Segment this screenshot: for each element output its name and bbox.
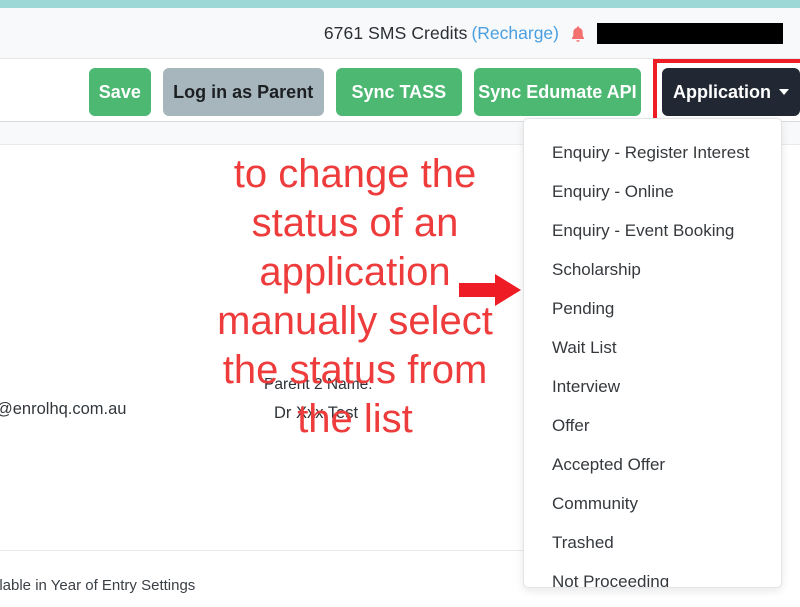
sms-credits-group: 6761 SMS Credits (Recharge) bbox=[324, 8, 783, 58]
save-button[interactable]: Save bbox=[89, 68, 151, 116]
menu-item-accepted-offer[interactable]: Accepted Offer bbox=[524, 445, 781, 484]
menu-item-enquiry-register-interest[interactable]: Enquiry - Register Interest bbox=[524, 133, 781, 172]
menu-item-community[interactable]: Community bbox=[524, 484, 781, 523]
action-toolbar: Save Log in as Parent Sync TASS Sync Edu… bbox=[0, 59, 800, 125]
menu-item-pending[interactable]: Pending bbox=[524, 289, 781, 328]
sync-tass-button[interactable]: Sync TASS bbox=[335, 68, 462, 116]
log-in-as-parent-button[interactable]: Log in as Parent bbox=[162, 68, 324, 116]
application-dropdown-button[interactable]: Application bbox=[662, 68, 800, 116]
menu-item-offer[interactable]: Offer bbox=[524, 406, 781, 445]
sms-credits-text: 6761 SMS Credits bbox=[323, 22, 468, 43]
section-divider bbox=[0, 550, 523, 551]
parent2-name-label: Parent 2 Name: bbox=[264, 376, 373, 393]
parent2-name-value: Dr Xxx Test bbox=[274, 404, 359, 422]
chevron-down-icon bbox=[779, 89, 789, 95]
year-of-entry-settings-note: ilable in Year of Entry Settings bbox=[0, 577, 196, 594]
menu-item-wait-list[interactable]: Wait List bbox=[524, 328, 781, 367]
menu-item-scholarship[interactable]: Scholarship bbox=[524, 250, 781, 289]
menu-item-trashed[interactable]: Trashed bbox=[524, 523, 781, 562]
application-dropdown-label: Application bbox=[673, 82, 771, 102]
sync-edumate-api-button[interactable]: Sync Edumate API bbox=[473, 68, 641, 116]
menu-item-enquiry-online[interactable]: Enquiry - Online bbox=[524, 172, 781, 211]
clipped-email-value: @enrolhq.com.au bbox=[0, 400, 127, 418]
menu-item-enquiry-event-booking[interactable]: Enquiry - Event Booking bbox=[524, 211, 781, 250]
top-accent-strip bbox=[0, 0, 800, 8]
bell-icon[interactable] bbox=[570, 25, 586, 44]
application-status-dropdown-menu[interactable]: Enquiry - Register Interest Enquiry - On… bbox=[523, 118, 782, 588]
application-dropdown-wrapper: Application bbox=[653, 59, 800, 125]
menu-item-not-proceeding[interactable]: Not Proceeding bbox=[524, 562, 781, 587]
app-header-bar: 6761 SMS Credits (Recharge) bbox=[0, 8, 800, 59]
menu-item-interview[interactable]: Interview bbox=[524, 367, 781, 406]
right-arrow-icon bbox=[459, 273, 521, 307]
redacted-field bbox=[597, 22, 783, 44]
sms-credits-label: 6761 SMS Credits (Recharge) bbox=[324, 23, 559, 44]
recharge-link[interactable]: (Recharge) bbox=[471, 23, 559, 43]
